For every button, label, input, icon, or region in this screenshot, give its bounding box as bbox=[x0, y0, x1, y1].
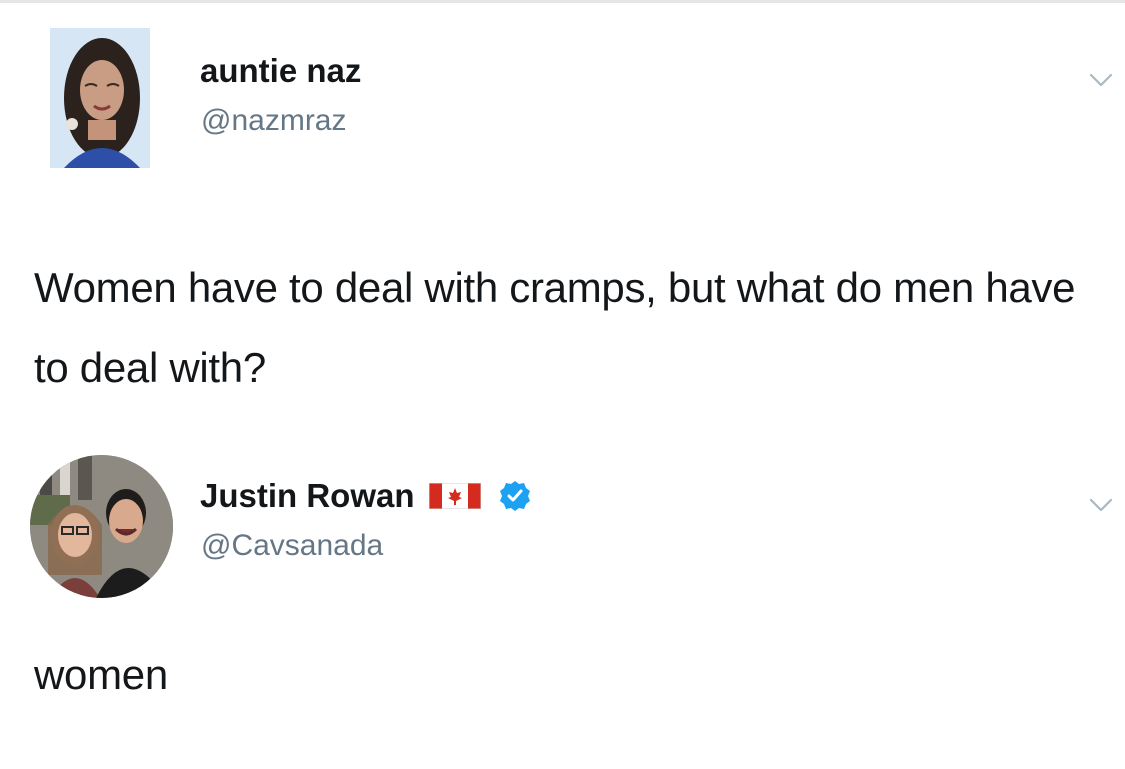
display-name[interactable]: auntie naz bbox=[200, 52, 361, 90]
avatar[interactable] bbox=[50, 28, 150, 168]
tweet-text: women bbox=[34, 651, 168, 698]
tweet-original[interactable]: auntie naz @nazmraz Women have to deal w… bbox=[0, 28, 1125, 428]
avatar-photo bbox=[50, 28, 150, 168]
verified-badge-icon bbox=[499, 480, 531, 512]
avatar-photo bbox=[30, 455, 173, 598]
name-row: Justin Rowan bbox=[200, 477, 531, 515]
tweet-screenshot: auntie naz @nazmraz Women have to deal w… bbox=[0, 0, 1125, 769]
top-divider bbox=[0, 0, 1125, 3]
tweet-text: Women have to deal with cramps, but what… bbox=[34, 264, 1076, 391]
chevron-down-icon[interactable] bbox=[1089, 72, 1113, 88]
display-name[interactable]: Justin Rowan bbox=[200, 477, 415, 515]
user-handle[interactable]: @Cavsanada bbox=[201, 529, 383, 563]
canada-flag-icon bbox=[428, 483, 481, 509]
tweet-reply[interactable]: Justin Rowan @Cavsanada women bbox=[0, 455, 1125, 755]
user-handle[interactable]: @nazmraz bbox=[201, 104, 347, 138]
chevron-down-icon[interactable] bbox=[1089, 497, 1113, 513]
avatar[interactable] bbox=[30, 455, 173, 598]
